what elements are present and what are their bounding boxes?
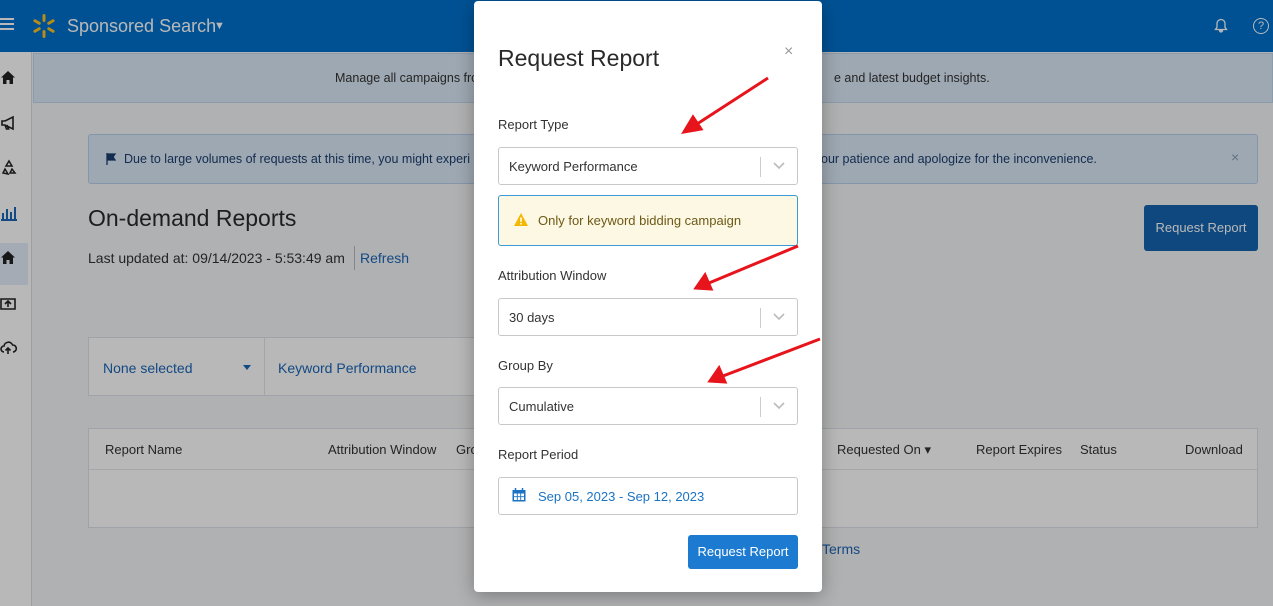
- attribution-window-label: Attribution Window: [498, 268, 607, 283]
- report-period-label: Report Period: [498, 447, 579, 462]
- group-by-label: Group By: [498, 358, 553, 373]
- report-period-picker[interactable]: Sep 05, 2023 - Sep 12, 2023: [498, 477, 798, 515]
- warning-icon: [514, 213, 528, 226]
- report-period-value: Sep 05, 2023 - Sep 12, 2023: [538, 489, 705, 504]
- group-by-select[interactable]: Cumulative: [498, 387, 798, 425]
- modal-title: Request Report: [498, 45, 660, 71]
- report-type-label: Report Type: [498, 117, 569, 132]
- chevron-down-icon[interactable]: [772, 398, 786, 412]
- warning-notice: Only for keyword bidding campaign: [498, 195, 798, 246]
- submit-request-report-button[interactable]: Request Report: [688, 535, 798, 569]
- close-icon[interactable]: ×: [784, 43, 793, 61]
- chevron-down-icon[interactable]: [772, 309, 786, 323]
- divider: [760, 308, 761, 328]
- divider: [760, 397, 761, 417]
- calendar-icon: [512, 488, 526, 502]
- request-report-modal: Request Report × Report Type Keyword Per…: [474, 1, 822, 592]
- warning-text: Only for keyword bidding campaign: [538, 213, 742, 228]
- report-type-select[interactable]: Keyword Performance: [498, 147, 798, 185]
- divider: [760, 157, 761, 177]
- chevron-down-icon[interactable]: [772, 158, 786, 172]
- select-value: Keyword Performance: [509, 159, 638, 174]
- select-value: Cumulative: [509, 399, 575, 414]
- attribution-window-select[interactable]: 30 days: [498, 298, 798, 336]
- select-value: 30 days: [509, 310, 555, 325]
